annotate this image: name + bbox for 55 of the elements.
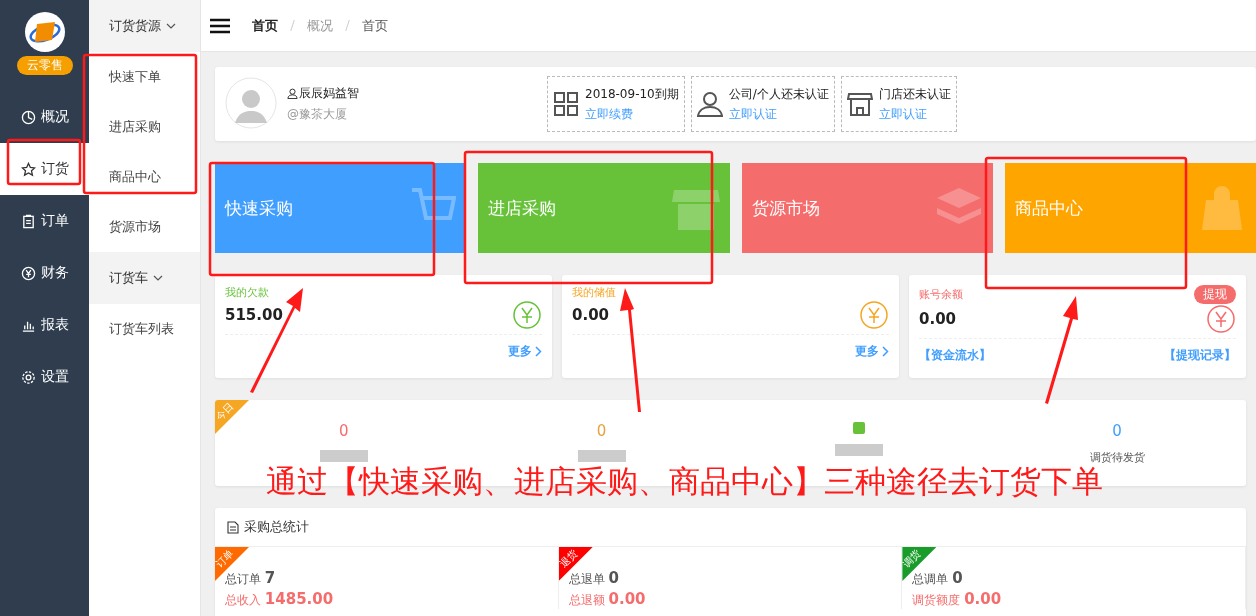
account-title: 账号余额 (919, 287, 963, 302)
stats-amount: 总收入 1485.00 (225, 590, 335, 609)
clock-icon (20, 109, 36, 125)
submenu-group[interactable]: 订货车 (89, 252, 200, 304)
submenu-item[interactable]: 商品中心 (89, 152, 200, 202)
stats-amount: 总退额 0.00 (568, 590, 647, 609)
user-icon (696, 91, 723, 117)
submenu-item[interactable]: 订货车列表 (89, 304, 200, 354)
blurred-label (319, 450, 368, 462)
blurred-label (835, 444, 884, 456)
today-count: 0 (1112, 422, 1122, 440)
today-ribbon: 今日 (215, 400, 249, 434)
nav-item[interactable]: 报表 (0, 299, 89, 351)
account-title: 我的储值 (572, 285, 616, 300)
submenu-item[interactable]: 快速下单 (89, 52, 200, 102)
account-amount: 0.00 (572, 306, 609, 324)
chevron-icon (882, 346, 889, 357)
account-amount: 0.00 (919, 310, 956, 328)
gear-icon (20, 369, 36, 385)
menu-icon[interactable] (210, 17, 230, 34)
notice-text: 2018-09-10到期 (585, 85, 679, 103)
account-amount: 515.00 (225, 306, 283, 324)
breadcrumb-link[interactable]: 首页 (362, 16, 388, 35)
nav-item[interactable]: 概况 (0, 91, 89, 143)
logo-icon (24, 12, 65, 52)
today-count: 0 (339, 422, 349, 440)
clipboard-icon (20, 213, 36, 229)
blurred-label (577, 450, 626, 462)
annotation-text: 通过【快速采购、进店采购、商品中心】三种途径去订货下单 (266, 464, 1103, 499)
today-label: 调货待发货 (1089, 450, 1145, 465)
submenu-item[interactable]: 货源市场 (89, 202, 200, 252)
nav-item[interactable]: 设置 (0, 351, 89, 403)
stats-amount: 调货额度 0.00 (912, 590, 1003, 609)
nav-item[interactable]: 财务 (0, 247, 89, 299)
document-icon (227, 520, 239, 534)
grid-icon (553, 91, 579, 117)
yen-icon (20, 265, 36, 281)
nav-item[interactable]: 订货 (0, 143, 89, 195)
avatar-icon (225, 76, 277, 132)
stats-title: 采购总统计 (244, 518, 309, 536)
breadcrumb-link[interactable]: 首页 (252, 16, 278, 35)
submenu-item[interactable]: 进店采购 (89, 102, 200, 152)
chevron-icon (535, 346, 542, 357)
notice-text: 公司/个人还未认证 (728, 85, 829, 103)
user-icon (287, 88, 298, 99)
store-icon (846, 91, 873, 117)
today-count: 0 (596, 422, 607, 440)
brand-badge: 云零售 (16, 56, 73, 75)
user-name: 辰辰妈益智 (299, 85, 359, 102)
nav-item[interactable]: 订单 (0, 195, 89, 247)
notice-text: 门店还未认证 (878, 85, 951, 103)
submenu-group[interactable]: 订货货源 (89, 0, 200, 52)
shop-name: @豫茶大厦 (287, 106, 348, 123)
star-icon (20, 161, 36, 177)
account-title: 我的欠款 (225, 285, 269, 300)
